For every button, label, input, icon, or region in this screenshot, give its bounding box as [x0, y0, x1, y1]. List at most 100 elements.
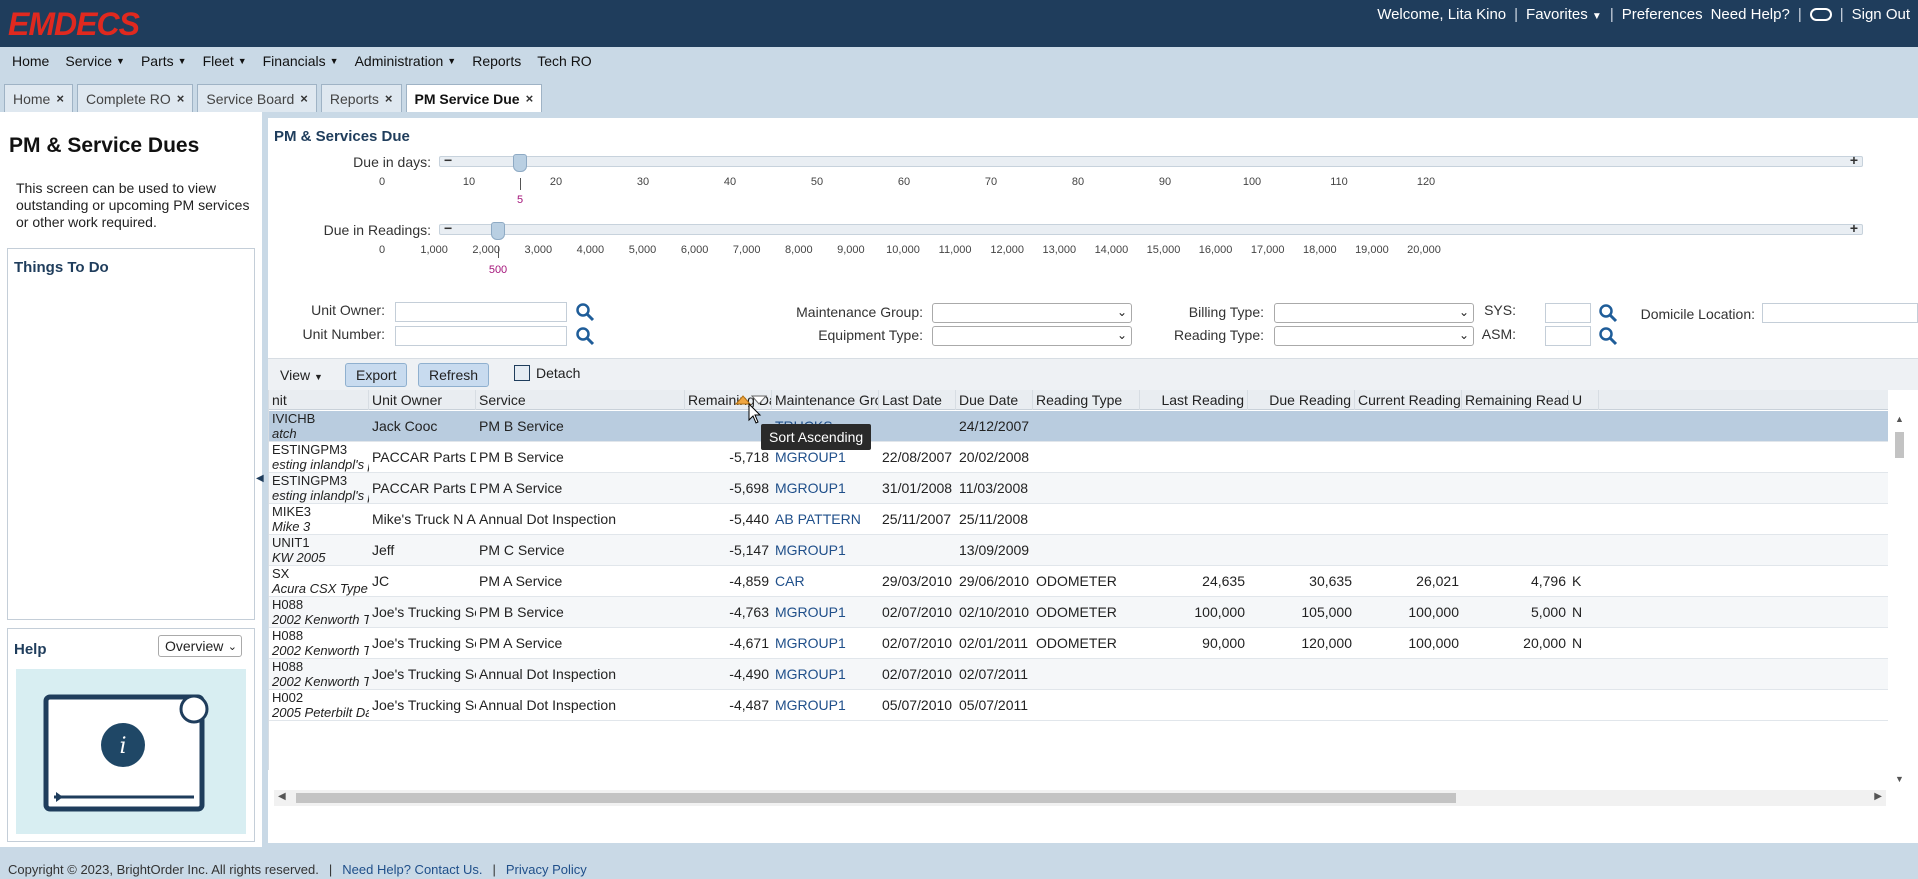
reading-type-select[interactable]: ⌄ [1274, 326, 1474, 346]
current-reading-cell [1355, 504, 1462, 534]
chevron-down-icon[interactable]: ▼ [1895, 774, 1904, 784]
due-days-slider-handle[interactable] [513, 154, 527, 172]
help-video-thumbnail[interactable]: i [16, 669, 246, 834]
column-header-last-date[interactable]: Last Date [879, 390, 956, 410]
favorites-menu[interactable]: Favorites ▼ [1526, 6, 1602, 23]
scrollbar-thumb[interactable] [296, 793, 1456, 803]
due-readings-slider-handle[interactable] [491, 222, 505, 240]
table-row[interactable]: MIKE3Mike 3Mike's Truck N AutoAnnual Dot… [269, 504, 1888, 535]
unit-number-input[interactable] [395, 326, 567, 346]
table-row[interactable]: H0882002 Kenworth Tr...Joe's Trucking Se… [269, 659, 1888, 690]
slider-tick-label: 7,000 [732, 244, 761, 256]
refresh-button[interactable]: Refresh [418, 363, 490, 387]
minus-icon[interactable]: − [444, 220, 452, 236]
close-icon[interactable]: × [300, 91, 308, 106]
unit-owner-input[interactable] [395, 302, 567, 322]
menu-item-home[interactable]: Home [12, 53, 49, 69]
emdecs-logo[interactable]: EMDECS [8, 6, 140, 43]
tab-service-board[interactable]: Service Board × [197, 84, 317, 112]
table-row[interactable]: ESTINGPM3esting inlandpl's p...PACCAR Pa… [269, 473, 1888, 504]
menu-item-administration[interactable]: Administration ▼ [355, 53, 457, 69]
table-row[interactable]: SXAcura CSX Type SJC PM A Service -4,859CA… [269, 566, 1888, 597]
table-row[interactable]: H0882002 Kenworth Tr...Joe's Trucking Se… [269, 628, 1888, 659]
collapse-panel-icon[interactable]: ◀ [256, 473, 264, 484]
menu-item-parts[interactable]: Parts ▼ [141, 53, 187, 69]
export-button[interactable]: Export [345, 363, 408, 387]
column-header-remaining-reading[interactable]: Remaining Reading [1462, 390, 1569, 410]
menu-item-financials[interactable]: Financials ▼ [263, 53, 339, 69]
group-cell[interactable]: MGROUP1 [772, 597, 879, 627]
tab-pm-service-due[interactable]: PM Service Due × [405, 84, 543, 112]
u-cell [1569, 504, 1599, 534]
search-icon[interactable] [1598, 303, 1618, 323]
column-header-reading-type[interactable]: Reading Type [1033, 390, 1140, 410]
column-header-group[interactable]: Maintenance Group [772, 390, 879, 410]
last-date-cell: 29/03/2010 [882, 573, 953, 589]
help-link[interactable]: Need Help? [1711, 6, 1790, 23]
group-cell[interactable]: CAR [772, 566, 879, 596]
column-header-due-reading[interactable]: Due Reading [1248, 390, 1355, 410]
billing-type-select[interactable]: ⌄ [1274, 303, 1474, 323]
due-readings-slider[interactable]: − + [439, 220, 1863, 236]
asm-input[interactable] [1545, 326, 1591, 346]
group-cell[interactable]: MGROUP1 [772, 628, 879, 658]
plus-icon[interactable]: + [1850, 152, 1858, 168]
vertical-scrollbar[interactable]: ▲ ▼ [1892, 414, 1906, 784]
scrollbar-thumb[interactable] [1895, 432, 1904, 458]
table-row[interactable]: H0882002 Kenworth Tr...Joe's Trucking Se… [269, 597, 1888, 628]
menu-item-service[interactable]: Service ▼ [65, 53, 125, 69]
column-header-last-reading[interactable]: Last Reading [1140, 390, 1248, 410]
search-icon[interactable] [1598, 326, 1618, 346]
tab-home[interactable]: Home × [4, 84, 73, 112]
column-header-u[interactable]: U [1569, 390, 1599, 410]
chevron-left-icon[interactable]: ◀ [278, 791, 286, 802]
help-topic-select[interactable]: Overview ⌄ [158, 635, 242, 657]
search-icon[interactable] [575, 326, 595, 346]
view-menu[interactable]: View ▼ [280, 367, 323, 383]
column-header-owner[interactable]: Unit Owner [369, 390, 476, 410]
table-row[interactable]: H0022005 Peterbilt Day...Joe's Trucking … [269, 690, 1888, 721]
group-cell[interactable]: MGROUP1 [772, 659, 879, 689]
group-cell[interactable]: MGROUP1 [772, 535, 879, 565]
column-header-due-date[interactable]: Due Date [956, 390, 1033, 410]
column-header-current-reading[interactable]: Current Reading [1355, 390, 1462, 410]
column-header-service[interactable]: Service [476, 390, 685, 410]
detach-button[interactable]: Detach [514, 365, 580, 381]
column-header-unit[interactable]: nit [269, 390, 369, 410]
group-cell[interactable]: MGROUP1 [772, 473, 879, 503]
privacy-policy-link[interactable]: Privacy Policy [506, 862, 587, 877]
things-to-do-title: Things To Do [14, 259, 109, 276]
unit-cell: MIKE3 Mike 3 [269, 504, 369, 534]
menu-item-reports[interactable]: Reports [472, 53, 521, 69]
maintenance-group-select[interactable]: ⌄ [932, 303, 1132, 323]
table-row[interactable]: UNIT1 KW 2005 Jeff PM C Service -5,147 MGROUP… [269, 535, 1888, 566]
service-cell: PM B Service [479, 604, 564, 620]
due-days-slider[interactable]: − + [439, 152, 1863, 168]
minus-icon[interactable]: − [444, 152, 452, 168]
search-icon[interactable] [575, 302, 595, 322]
unit-cell: UNIT1 KW 2005 [269, 535, 369, 565]
chevron-right-icon[interactable]: ▶ [1874, 791, 1882, 802]
contact-link[interactable]: Need Help? Contact Us. [342, 862, 482, 877]
close-icon[interactable]: × [526, 91, 534, 106]
equipment-type-select[interactable]: ⌄ [932, 326, 1132, 346]
horizontal-scrollbar[interactable]: ◀ ▶ [274, 790, 1886, 806]
table-row[interactable]: ESTINGPM3esting inlandpl's p...PACCAR Pa… [269, 442, 1888, 473]
tab-complete-ro[interactable]: Complete RO × [76, 84, 194, 112]
domicile-location-input[interactable] [1762, 303, 1918, 323]
tab-reports[interactable]: Reports × [320, 84, 402, 112]
toggle-icon[interactable] [1809, 8, 1832, 21]
menu-item-fleet[interactable]: Fleet ▼ [203, 53, 247, 69]
close-icon[interactable]: × [177, 91, 185, 106]
table-row[interactable]: IVICHBatchJack CoocPM B ServiceTRUCKS24/… [269, 411, 1888, 442]
plus-icon[interactable]: + [1850, 220, 1858, 236]
close-icon[interactable]: × [385, 91, 393, 106]
chevron-up-icon[interactable]: ▲ [1895, 414, 1904, 424]
menu-item-tech-ro[interactable]: Tech RO [537, 53, 591, 69]
sys-input[interactable] [1545, 303, 1591, 323]
group-cell[interactable]: MGROUP1 [772, 690, 879, 720]
preferences-link[interactable]: Preferences [1622, 6, 1703, 23]
sign-out-link[interactable]: Sign Out [1852, 6, 1910, 23]
group-cell[interactable]: AB PATTERN [772, 504, 879, 534]
close-icon[interactable]: × [56, 91, 64, 106]
